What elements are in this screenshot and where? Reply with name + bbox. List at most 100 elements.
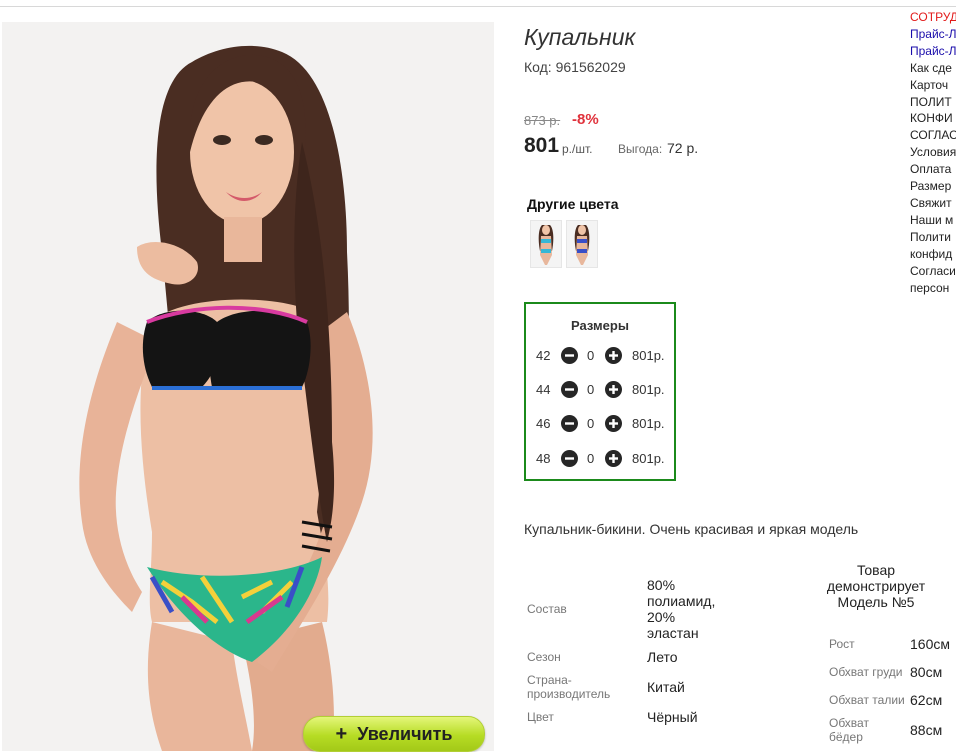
size-row: 44 0 801р. bbox=[526, 380, 674, 400]
spec-value-line: полиамид, bbox=[647, 593, 716, 609]
decrease-button[interactable] bbox=[561, 347, 578, 364]
size-label: 44 bbox=[536, 382, 551, 397]
spec-label-composition: Состав bbox=[527, 602, 567, 616]
model-heading-line: демонстрирует bbox=[826, 578, 926, 594]
product-photo[interactable] bbox=[2, 22, 494, 751]
top-divider bbox=[0, 6, 956, 7]
side-menu-item-card[interactable]: Карточ bbox=[910, 77, 956, 94]
spec-value-line: эластан bbox=[647, 625, 699, 641]
side-menu-item-price-list-2[interactable]: Прайс-Л bbox=[910, 43, 956, 60]
discount-badge: -8% bbox=[572, 111, 599, 128]
side-menu-item-our-stores[interactable]: Наши м bbox=[910, 212, 956, 229]
minus-icon bbox=[565, 388, 574, 391]
measure-label-line: бёдер bbox=[829, 730, 863, 744]
size-price: 801р. bbox=[632, 382, 665, 397]
plus-icon bbox=[609, 385, 618, 394]
increase-button[interactable] bbox=[605, 415, 622, 432]
measure-label-height: Рост bbox=[829, 637, 855, 651]
model-heading-line: Товар bbox=[856, 562, 896, 578]
decrease-button[interactable] bbox=[561, 450, 578, 467]
color-swatch-royal-blue[interactable] bbox=[566, 220, 598, 268]
spec-label-season: Сезон bbox=[527, 650, 561, 664]
spec-value-composition: 80% полиамид, 20% эластан bbox=[647, 577, 715, 641]
size-row: 42 0 801р. bbox=[526, 346, 674, 366]
measure-value-chest: 80см bbox=[910, 664, 943, 680]
decrease-button[interactable] bbox=[561, 415, 578, 432]
side-menu-item-terms[interactable]: Условия bbox=[910, 144, 956, 161]
spec-label-color: Цвет bbox=[527, 710, 554, 724]
swatch-thumbnail-icon bbox=[567, 221, 597, 267]
side-menu-item-privacy-policy-cont[interactable]: конфид bbox=[910, 246, 956, 263]
benefit-label: Выгода: bbox=[618, 142, 663, 156]
side-menu-item-how-to-order[interactable]: Как сде bbox=[910, 60, 956, 77]
decrease-button[interactable] bbox=[561, 381, 578, 398]
model-heading-line: Модель №5 bbox=[837, 594, 915, 610]
price-unit: р./шт. bbox=[562, 142, 593, 156]
size-price: 801р. bbox=[632, 348, 665, 363]
size-label: 46 bbox=[536, 416, 551, 431]
product-title: Купальник bbox=[524, 24, 636, 50]
side-menu-item-employees[interactable]: СОТРУД bbox=[910, 9, 956, 26]
product-code: Код: 961562029 bbox=[524, 59, 626, 75]
measure-label-chest: Обхват груди bbox=[829, 665, 903, 679]
size-label: 48 bbox=[536, 451, 551, 466]
old-price: 873 р. bbox=[524, 113, 561, 128]
other-colors-heading: Другие цвета bbox=[527, 196, 619, 212]
size-quantity: 0 bbox=[587, 416, 595, 431]
size-label: 42 bbox=[536, 348, 551, 363]
side-menu-item-payment[interactable]: Оплата bbox=[910, 161, 956, 178]
side-menu-item-privacy-policy[interactable]: Полити bbox=[910, 229, 956, 246]
size-quantity: 0 bbox=[587, 348, 595, 363]
side-menu-item-consent[interactable]: Согласи bbox=[910, 263, 956, 280]
zoom-button-label: Увеличить bbox=[357, 723, 453, 744]
plus-icon bbox=[609, 454, 618, 463]
spec-label-line: Страна- bbox=[527, 673, 572, 687]
zoom-button[interactable]: + Увеличить bbox=[303, 716, 485, 752]
size-row: 48 0 801р. bbox=[526, 449, 674, 469]
spec-value-line: 20% bbox=[647, 609, 676, 625]
minus-icon bbox=[565, 457, 574, 460]
measure-label-hips: Обхват бёдер bbox=[829, 716, 869, 744]
side-menu-item-policy[interactable]: ПОЛИТ bbox=[910, 94, 956, 111]
size-quantity: 0 bbox=[587, 382, 595, 397]
spec-value-line: 80% bbox=[647, 577, 676, 593]
size-quantity: 0 bbox=[587, 451, 595, 466]
side-menu-item-confidentiality[interactable]: КОНФИ bbox=[910, 110, 956, 127]
spec-label-line: производитель bbox=[527, 687, 611, 701]
spec-value-color: Чёрный bbox=[647, 709, 698, 725]
plus-icon bbox=[609, 351, 618, 360]
size-row: 46 0 801р. bbox=[526, 414, 674, 434]
minus-icon bbox=[565, 422, 574, 425]
current-price: 801 bbox=[524, 134, 560, 157]
model-heading: Товар демонстрирует Модель №5 bbox=[826, 562, 926, 610]
measure-value-height: 160см bbox=[910, 636, 950, 652]
side-menu-item-consent-cont[interactable]: персон bbox=[910, 280, 956, 297]
plus-icon bbox=[609, 419, 618, 428]
measure-label-waist: Обхват талии bbox=[829, 693, 905, 707]
swatch-thumbnail-icon bbox=[531, 221, 561, 267]
sizes-title: Размеры bbox=[571, 318, 629, 333]
sizes-panel: Размеры 42 0 801р. 44 0 801р. 46 0 801р. bbox=[524, 302, 676, 481]
spec-value-country: Китай bbox=[647, 679, 685, 695]
benefit-value: 72 р. bbox=[667, 140, 699, 156]
product-description: Купальник-бикини. Очень красивая и яркая… bbox=[524, 521, 859, 537]
side-menu: СОТРУД Прайс-Л Прайс-Л Как сде Карточ ПО… bbox=[910, 9, 956, 296]
increase-button[interactable] bbox=[605, 347, 622, 364]
increase-button[interactable] bbox=[605, 381, 622, 398]
measure-value-waist: 62см bbox=[910, 692, 943, 708]
side-menu-item-contact[interactable]: Свяжит bbox=[910, 195, 956, 212]
increase-button[interactable] bbox=[605, 450, 622, 467]
measure-value-hips: 88см bbox=[910, 722, 943, 738]
spec-value-season: Лето bbox=[647, 649, 678, 665]
model-illustration bbox=[2, 22, 494, 751]
size-price: 801р. bbox=[632, 451, 665, 466]
size-price: 801р. bbox=[632, 416, 665, 431]
plus-icon: + bbox=[335, 722, 348, 745]
side-menu-item-size-chart[interactable]: Размер bbox=[910, 178, 956, 195]
side-menu-item-price-list[interactable]: Прайс-Л bbox=[910, 26, 956, 43]
color-swatch-blue[interactable] bbox=[530, 220, 562, 268]
measure-label-line: Обхват bbox=[829, 716, 869, 730]
minus-icon bbox=[565, 354, 574, 357]
side-menu-item-agreement[interactable]: СОГЛАС bbox=[910, 127, 956, 144]
spec-label-country: Страна- производитель bbox=[527, 673, 610, 701]
